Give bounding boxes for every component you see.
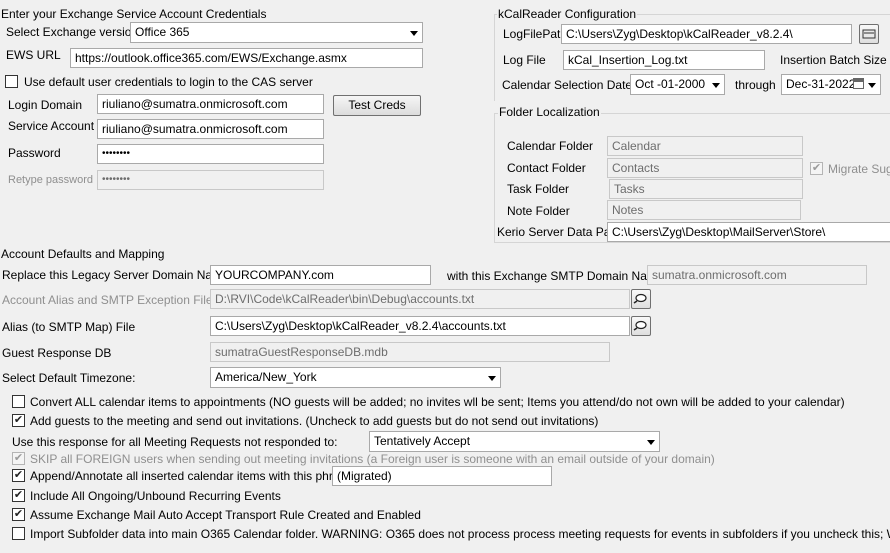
smtp-domain-input: sumatra.onmicrosoft.com: [647, 265, 867, 285]
alias-exception-input: D:\RVI\Code\kCalReader\bin\Debug\account…: [210, 289, 630, 309]
test-creds-button[interactable]: Test Creds: [333, 95, 421, 116]
service-account-label: Service Account: [8, 119, 95, 133]
account-section-title: Account Defaults and Mapping: [1, 247, 165, 261]
exchange-version-label: Select Exchange version:: [6, 25, 142, 39]
password-input[interactable]: ••••••••: [97, 144, 324, 164]
alias-map-browse-button[interactable]: [631, 316, 651, 336]
retype-password-label: Retype password: [8, 174, 93, 186]
chevron-down-icon: [868, 83, 876, 88]
alias-exception-browse-button[interactable]: [631, 289, 651, 309]
recurring-checkbox[interactable]: [12, 489, 25, 502]
calendar-icon: [853, 78, 864, 89]
ews-url-input[interactable]: https://outlook.office365.com/EWS/Exchan…: [70, 48, 423, 68]
subfolder-checkbox[interactable]: [12, 527, 25, 540]
search-icon: [633, 293, 647, 304]
annotate-input[interactable]: (Migrated): [332, 466, 552, 486]
calendar-folder-input: Calendar: [607, 136, 803, 156]
chevron-down-icon: [410, 31, 418, 36]
end-date-picker[interactable]: Dec-31-2022: [781, 74, 881, 95]
auto-accept-label: Assume Exchange Mail Auto Accept Transpo…: [30, 508, 421, 522]
search-icon: [633, 320, 647, 331]
login-domain-input[interactable]: riuliano@sumatra.onmicrosoft.com: [97, 94, 324, 114]
replace-domain-label: Replace this Legacy Server Domain Name: [2, 268, 229, 282]
chevron-down-icon: [488, 376, 496, 381]
timezone-select[interactable]: America/New_York: [210, 367, 501, 388]
calendar-folder-label: Calendar Folder: [507, 139, 594, 153]
note-folder-input: Notes: [607, 200, 801, 220]
add-guests-checkbox[interactable]: [12, 414, 25, 427]
kcal-section-title: kCalReader Configuration: [497, 7, 638, 21]
replace-domain-input[interactable]: YOURCOMPANY.com: [210, 265, 431, 285]
through-label: through: [735, 78, 776, 92]
timezone-value: America/New_York: [215, 370, 317, 384]
convert-all-checkbox[interactable]: [12, 395, 25, 408]
skip-foreign-checkbox: [12, 452, 25, 465]
ews-url-label: EWS URL: [6, 48, 61, 62]
contact-folder-label: Contact Folder: [507, 161, 586, 175]
password-label: Password: [8, 146, 61, 160]
alias-map-input[interactable]: C:\Users\Zyg\Desktop\kCalReader_v8.2.4\a…: [210, 316, 630, 336]
contact-folder-input: Contacts: [607, 158, 803, 178]
annotate-label: Append/Annotate all inserted calendar it…: [30, 469, 356, 483]
kerio-path-label: Kerio Server Data Path: [497, 225, 621, 239]
task-folder-label: Task Folder: [507, 182, 570, 196]
folder-icon: [862, 29, 876, 39]
annotate-checkbox[interactable]: [12, 469, 25, 482]
login-domain-label: Login Domain: [8, 98, 83, 112]
default-creds-label: Use default user credentials to login to…: [24, 75, 313, 89]
migrate-suggestions-label: Migrate Sugg: [828, 162, 890, 176]
start-date-picker[interactable]: Oct -01-2000: [630, 74, 725, 95]
response-label: Use this response for all Meeting Reques…: [12, 435, 338, 449]
default-creds-checkbox[interactable]: [5, 75, 18, 88]
subfolder-label: Import Subfolder data into main O365 Cal…: [30, 527, 890, 541]
convert-all-label: Convert ALL calendar items to appointmen…: [30, 395, 845, 409]
alias-exception-label: Account Alias and SMTP Exception File: [2, 293, 213, 307]
logfilepath-label: LogFilePath: [503, 27, 568, 41]
retype-password-input: ••••••••: [97, 170, 324, 190]
smtp-domain-label: with this Exchange SMTP Domain Name: [447, 269, 664, 283]
add-guests-label: Add guests to the meeting and send out i…: [30, 414, 599, 428]
alias-map-label: Alias (to SMTP Map) File: [2, 320, 136, 334]
recurring-label: Include All Ongoing/Unbound Recurring Ev…: [30, 489, 281, 503]
logfile-label: Log File: [503, 53, 546, 67]
exchange-version-value: Office 365: [135, 25, 190, 39]
start-date-value: Oct -01-2000: [635, 77, 706, 91]
service-account-input[interactable]: riuliano@sumatra.onmicrosoft.com: [97, 119, 324, 139]
response-select[interactable]: Tentatively Accept: [369, 431, 660, 452]
kerio-path-input[interactable]: C:\Users\Zyg\Desktop\MailServer\Store\: [607, 222, 890, 242]
logfilepath-input[interactable]: C:\Users\Zyg\Desktop\kCalReader_v8.2.4\: [561, 24, 852, 44]
migrate-suggestions-checkbox: [810, 162, 823, 175]
skip-foreign-label: SKIP all FOREIGN users when sending out …: [30, 452, 715, 466]
timezone-label: Select Default Timezone:: [2, 371, 136, 385]
credentials-section-title: Enter your Exchange Service Account Cred…: [1, 7, 267, 21]
folder-browse-button[interactable]: [859, 24, 879, 44]
batch-size-label: Insertion Batch Size: [780, 53, 887, 67]
exchange-version-select[interactable]: Office 365: [130, 22, 423, 43]
chevron-down-icon: [712, 83, 720, 88]
guest-db-label: Guest Response DB: [2, 346, 112, 360]
logfile-input[interactable]: kCal_Insertion_Log.txt: [563, 50, 765, 70]
response-value: Tentatively Accept: [374, 434, 471, 448]
note-folder-label: Note Folder: [507, 204, 570, 218]
auto-accept-checkbox[interactable]: [12, 508, 25, 521]
end-date-value: Dec-31-2022: [786, 77, 856, 91]
chevron-down-icon: [647, 440, 655, 445]
guest-db-input: sumatraGuestResponseDB.mdb: [210, 342, 610, 362]
folder-section-title: Folder Localization: [498, 105, 601, 119]
task-folder-input: Tasks: [609, 179, 803, 199]
calendar-dates-label: Calendar Selection Dates: [502, 78, 639, 92]
